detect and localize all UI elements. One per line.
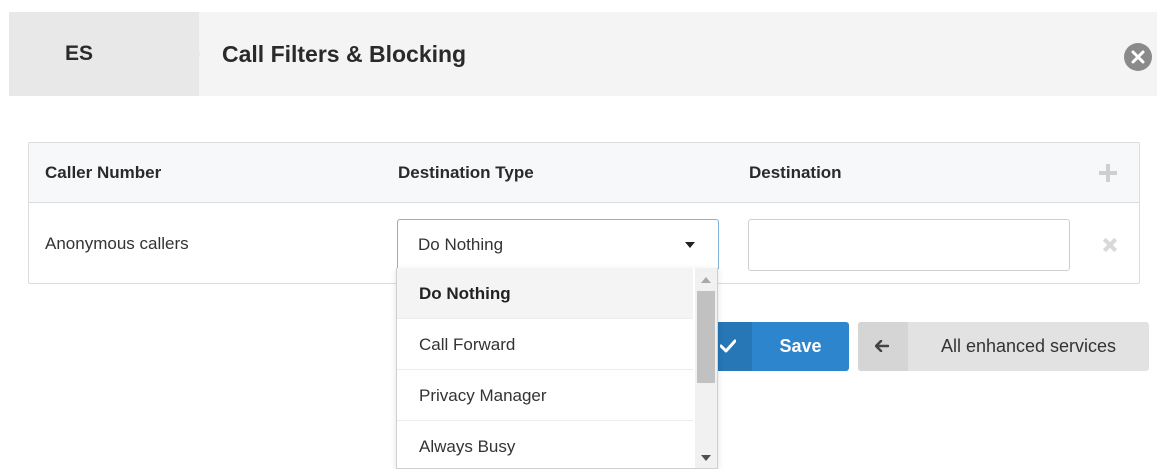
close-icon: [1131, 50, 1145, 64]
breadcrumb-label: ES: [65, 42, 94, 65]
back-arrow-area: [858, 322, 908, 371]
page-header: ES Call Filters & Blocking: [9, 12, 1157, 96]
dropdown-option-do-nothing[interactable]: Do Nothing: [397, 268, 693, 319]
plus-icon[interactable]: [1099, 164, 1117, 182]
destination-input[interactable]: [748, 219, 1070, 271]
all-enhanced-services-button[interactable]: All enhanced services: [858, 322, 1149, 371]
close-button[interactable]: [1124, 43, 1152, 71]
breadcrumb-arrow: [159, 12, 201, 96]
destination-type-dropdown: Do Nothing Call Forward Privacy Manager …: [396, 268, 718, 469]
column-header-destination-type: Destination Type: [398, 163, 534, 182]
table-header: Caller Number Destination Type Destinati…: [29, 143, 1139, 203]
dropdown-option-always-busy[interactable]: Always Busy: [397, 421, 693, 468]
dropdown-option-privacy-manager[interactable]: Privacy Manager: [397, 370, 693, 421]
remove-icon[interactable]: [1103, 238, 1117, 252]
caller-number-cell: Anonymous callers: [45, 234, 189, 253]
scroll-up-icon[interactable]: [701, 277, 711, 283]
caret-down-icon: [685, 242, 695, 248]
dropdown-scrollbar[interactable]: [695, 268, 717, 468]
destination-type-select[interactable]: Do Nothing: [397, 219, 719, 269]
page-title: Call Filters & Blocking: [222, 41, 467, 67]
save-button-label: Save: [779, 336, 822, 356]
destination-type-value: Do Nothing: [418, 235, 504, 254]
column-header-destination: Destination: [749, 163, 842, 182]
scrollbar-thumb[interactable]: [697, 291, 715, 383]
scroll-down-icon[interactable]: [701, 455, 711, 461]
column-header-caller-number: Caller Number: [45, 163, 162, 182]
all-enhanced-services-label: All enhanced services: [940, 336, 1117, 356]
call-filters-table: Caller Number Destination Type Destinati…: [28, 142, 1140, 284]
check-icon: [720, 339, 736, 353]
dropdown-option-call-forward[interactable]: Call Forward: [397, 319, 693, 370]
arrow-left-icon: [875, 340, 889, 352]
save-button[interactable]: Save: [706, 322, 849, 371]
